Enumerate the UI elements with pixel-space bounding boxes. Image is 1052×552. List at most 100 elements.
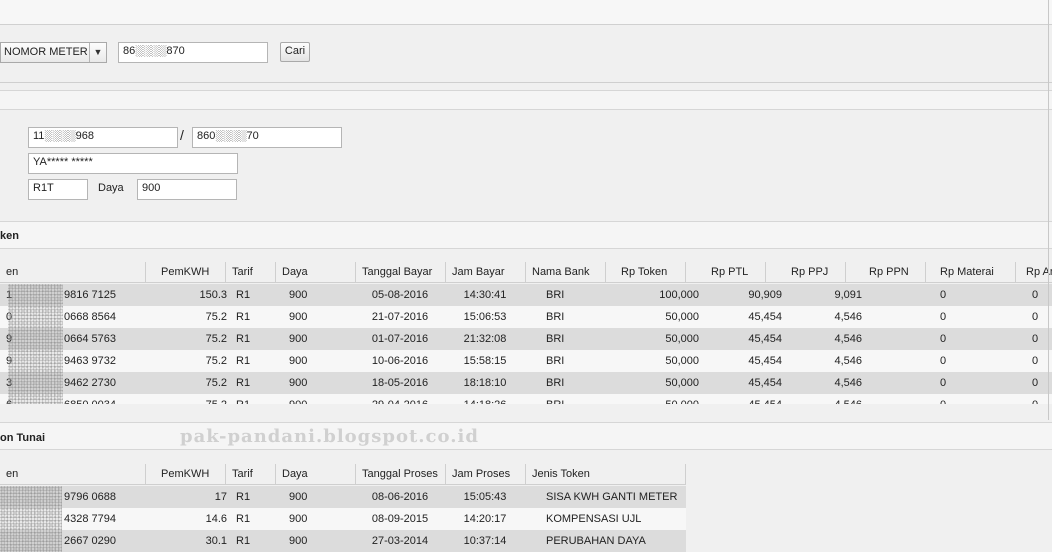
col-rp-an[interactable]: Rp An xyxy=(1015,262,1052,282)
rp-ppj: 4,546 xyxy=(788,394,868,404)
customer-band xyxy=(0,90,1052,110)
tanggal-bayar: 29-04-2016 xyxy=(355,394,445,404)
daya: 900 xyxy=(289,333,308,345)
col-daya[interactable]: Daya xyxy=(275,464,355,484)
tarif: R1 xyxy=(236,535,251,547)
col-tarif[interactable]: Tarif xyxy=(225,262,275,282)
search-mode-label: NOMOR METER xyxy=(4,46,88,58)
rp-token: 100,000 xyxy=(659,289,699,301)
watermark: pak-pandani.blogspot.co.id xyxy=(180,426,479,447)
chevron-down-icon[interactable]: ▼ xyxy=(89,43,106,62)
daya: 900 xyxy=(289,491,308,503)
jam-bayar: 18:18:10 xyxy=(463,377,507,389)
nama-bank: BRI xyxy=(546,333,565,345)
col-token[interactable]: en xyxy=(0,464,145,484)
col-jam-proses[interactable]: Jam Proses xyxy=(445,464,525,484)
col-rp-token[interactable]: Rp Token xyxy=(605,262,685,282)
table-row[interactable]: 1 9816 7125 150.3 R1 900 05-08-2016 14:3… xyxy=(0,284,1052,306)
table-row[interactable]: 4328 7794 14.6 R1 900 08-09-2015 14:20:1… xyxy=(0,508,686,530)
col-pemkwh[interactable]: PemKWH xyxy=(145,464,225,484)
daya-label: Daya xyxy=(98,182,124,194)
redaction-mask xyxy=(0,486,62,552)
daya: 900 xyxy=(289,377,308,389)
daya-field[interactable]: 900 xyxy=(137,179,237,200)
jenis-token: PERUBAHAN DAYA xyxy=(546,535,646,547)
tarif: R1 xyxy=(236,311,251,323)
daya: 900 xyxy=(289,355,308,367)
col-token[interactable]: en xyxy=(0,262,145,282)
nontunai-table-header: en PemKWH Tarif Daya Tanggal Proses Jam … xyxy=(0,464,686,485)
col-rp-ppj[interactable]: Rp PPJ xyxy=(765,262,845,282)
col-pemkwh[interactable]: PemKWH xyxy=(145,262,225,282)
token-section-header: ken xyxy=(0,221,1052,249)
nontunai-table: en PemKWH Tarif Daya Tanggal Proses Jam … xyxy=(0,464,686,552)
table-row[interactable]: 9 0664 5763 75.2 R1 900 01-07-2016 21:32… xyxy=(0,328,1052,350)
customer-id-field[interactable]: 11░░░░968 xyxy=(28,127,178,148)
token-number: 4328 7794 xyxy=(64,513,116,525)
jenis-token: SISA KWH GANTI METER xyxy=(546,491,678,503)
tarif: R1 xyxy=(236,333,251,345)
rp-materai: 0 xyxy=(940,377,947,389)
token-number: 6850 0034 xyxy=(58,394,148,404)
token-number: 9463 9732 xyxy=(64,355,116,367)
col-rp-ppn[interactable]: Rp PPN xyxy=(845,262,925,282)
tarif: R1 xyxy=(230,394,275,404)
jenis-token: KOMPENSASI UJL xyxy=(546,513,642,525)
jam-proses: 14:20:17 xyxy=(463,513,507,525)
jam-proses: 10:37:14 xyxy=(463,535,507,547)
col-rp-ptl[interactable]: Rp PTL xyxy=(685,262,765,282)
nama-bank: BRI xyxy=(546,355,565,367)
nama-bank: BRI xyxy=(540,394,600,404)
tarif: R1 xyxy=(236,513,251,525)
redaction-mask xyxy=(8,284,63,404)
col-daya[interactable]: Daya xyxy=(275,262,355,282)
token-number: 9462 2730 xyxy=(64,377,116,389)
search-input[interactable]: 86░░░░870 xyxy=(118,42,268,63)
customer-name-field[interactable]: YA***** ***** xyxy=(28,153,238,174)
col-tanggal-bayar[interactable]: Tanggal Bayar xyxy=(355,262,445,282)
table-row[interactable]: 9 9463 9732 75.2 R1 900 10-06-2016 15:58… xyxy=(0,350,1052,372)
col-jenis-token[interactable]: Jenis Token xyxy=(525,464,686,484)
tarif: R1 xyxy=(236,355,251,367)
pemkwh: 75.2 xyxy=(205,311,227,323)
pemkwh: 75.2 xyxy=(205,355,227,367)
nama-bank: BRI xyxy=(546,289,565,301)
rp-token: 50,000 xyxy=(665,311,699,323)
rp-ppj: 4,546 xyxy=(834,311,862,323)
tanggal-bayar: 01-07-2016 xyxy=(371,333,429,345)
nontunai-section-header: on Tunai xyxy=(0,422,1052,450)
table-row[interactable]: 3 9462 2730 75.2 R1 900 18-05-2016 18:18… xyxy=(0,372,1052,394)
table-row[interactable]: 0 0668 8564 75.2 R1 900 21-07-2016 15:06… xyxy=(0,306,1052,328)
token-number: 0664 5763 xyxy=(64,333,116,345)
daya: 900 xyxy=(283,394,353,404)
table-row[interactable]: 2667 0290 30.1 R1 900 27-03-2014 10:37:1… xyxy=(0,530,686,552)
table-row[interactable]: 9796 0688 17 R1 900 08-06-2016 15:05:43 … xyxy=(0,486,686,508)
rp-materai: 0 xyxy=(940,355,947,367)
token-number: 9816 7125 xyxy=(64,289,116,301)
daya: 900 xyxy=(289,311,308,323)
tarif: R1 xyxy=(236,377,251,389)
col-jam-bayar[interactable]: Jam Bayar xyxy=(445,262,525,282)
daya: 900 xyxy=(289,535,308,547)
tanggal-bayar: 10-06-2016 xyxy=(371,355,429,367)
meter-number-field[interactable]: 860░░░░70 xyxy=(192,127,342,148)
table-row[interactable]: 6 6850 0034 75.2 R1 900 29-04-2016 14:18… xyxy=(0,394,1052,404)
right-border xyxy=(1048,0,1049,420)
tarif: R1 xyxy=(236,289,251,301)
pemkwh: 14.6 xyxy=(205,513,227,525)
token-number: 9796 0688 xyxy=(64,491,116,503)
col-nama-bank[interactable]: Nama Bank xyxy=(525,262,605,282)
col-rp-materai[interactable]: Rp Materai xyxy=(925,262,1015,282)
col-tarif[interactable]: Tarif xyxy=(225,464,275,484)
rp-ppj: 4,546 xyxy=(834,377,862,389)
rp-ptl: 45,454 xyxy=(748,377,782,389)
top-panel xyxy=(0,0,1052,25)
tanggal-bayar: 18-05-2016 xyxy=(371,377,429,389)
search-button[interactable]: Cari xyxy=(280,42,310,62)
rp-materai: 0 xyxy=(940,311,947,323)
jam-proses: 15:05:43 xyxy=(463,491,507,503)
daya: 900 xyxy=(289,513,308,525)
search-mode-select[interactable]: NOMOR METER ▼ xyxy=(0,42,107,63)
tarif-field[interactable]: R1T xyxy=(28,179,88,200)
col-tanggal-proses[interactable]: Tanggal Proses xyxy=(355,464,445,484)
